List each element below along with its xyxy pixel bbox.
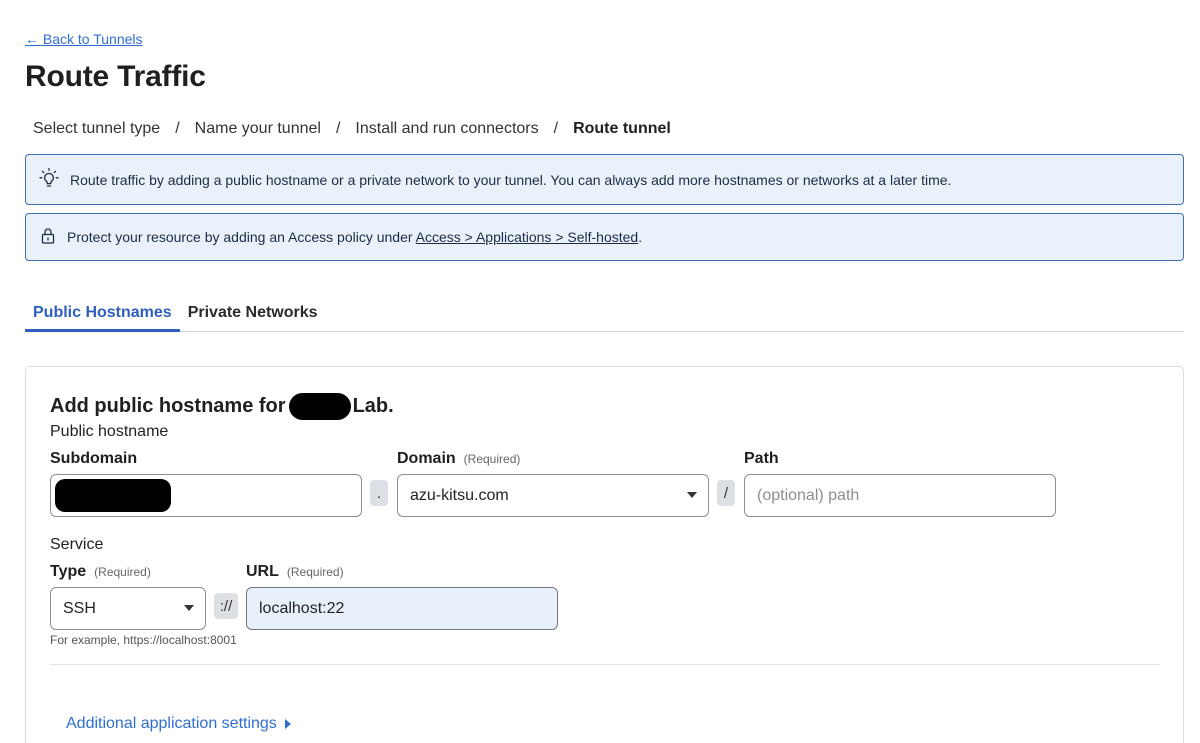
access-banner: Protect your resource by adding an Acces…: [25, 213, 1184, 261]
step-separator: /: [553, 120, 559, 137]
public-hostname-label: Public hostname: [50, 423, 169, 440]
redacted-name: [288, 393, 351, 420]
subdomain-label: Subdomain: [50, 450, 138, 467]
page-title: Route Traffic: [25, 60, 206, 93]
subdomain-input[interactable]: [50, 474, 362, 517]
tab-bar: Public Hostnames Private Networks: [25, 299, 1184, 332]
chevron-down-icon: [687, 492, 697, 498]
tab-public-hostnames[interactable]: Public Hostnames: [25, 299, 180, 332]
domain-label: Domain (Required): [397, 450, 521, 467]
path-label: Path: [744, 450, 779, 467]
chevron-down-icon: [184, 605, 194, 611]
path-input[interactable]: (optional) path: [744, 474, 1056, 517]
tab-private-networks[interactable]: Private Networks: [180, 299, 326, 332]
back-to-tunnels-link[interactable]: ← Back to Tunnels: [25, 31, 143, 47]
step-name-your-tunnel: Name your tunnel: [194, 120, 321, 137]
url-label: URL (Required): [246, 563, 344, 580]
tip-banner: Route traffic by adding a public hostnam…: [25, 154, 1184, 205]
divider: [50, 664, 1160, 665]
type-label: Type (Required): [50, 563, 151, 580]
service-label: Service: [50, 536, 104, 553]
scheme-separator: ://: [214, 593, 238, 619]
access-applications-self-hosted-link[interactable]: Access > Applications > Self-hosted: [416, 229, 639, 245]
dot-separator: .: [370, 480, 388, 506]
type-select[interactable]: SSH: [50, 587, 206, 630]
step-route-tunnel: Route tunnel: [573, 120, 671, 137]
domain-select[interactable]: azu-kitsu.com: [397, 474, 709, 517]
step-install-and-run-connectors: Install and run connectors: [355, 120, 539, 137]
caret-right-icon: [284, 719, 291, 729]
step-separator: /: [175, 120, 180, 137]
breadcrumb: Select tunnel type / Name your tunnel / …: [33, 120, 671, 138]
lightbulb-icon: [39, 167, 59, 192]
step-select-tunnel-type: Select tunnel type: [33, 120, 161, 137]
access-banner-text: Protect your resource by adding an Acces…: [67, 229, 643, 245]
step-separator: /: [335, 120, 341, 137]
tip-banner-text: Route traffic by adding a public hostnam…: [70, 171, 952, 188]
url-hint: For example, https://localhost:8001: [50, 633, 237, 647]
additional-settings-toggle[interactable]: Additional application settings: [66, 715, 291, 733]
public-hostname-card: Add public hostname for Lab. Public hostn…: [25, 366, 1184, 743]
url-input[interactable]: localhost:22: [246, 587, 558, 630]
redacted-subdomain: [55, 479, 171, 512]
lock-icon: [40, 227, 56, 248]
form-title: Add public hostname for Lab.: [50, 393, 394, 420]
slash-separator: /: [717, 480, 735, 506]
